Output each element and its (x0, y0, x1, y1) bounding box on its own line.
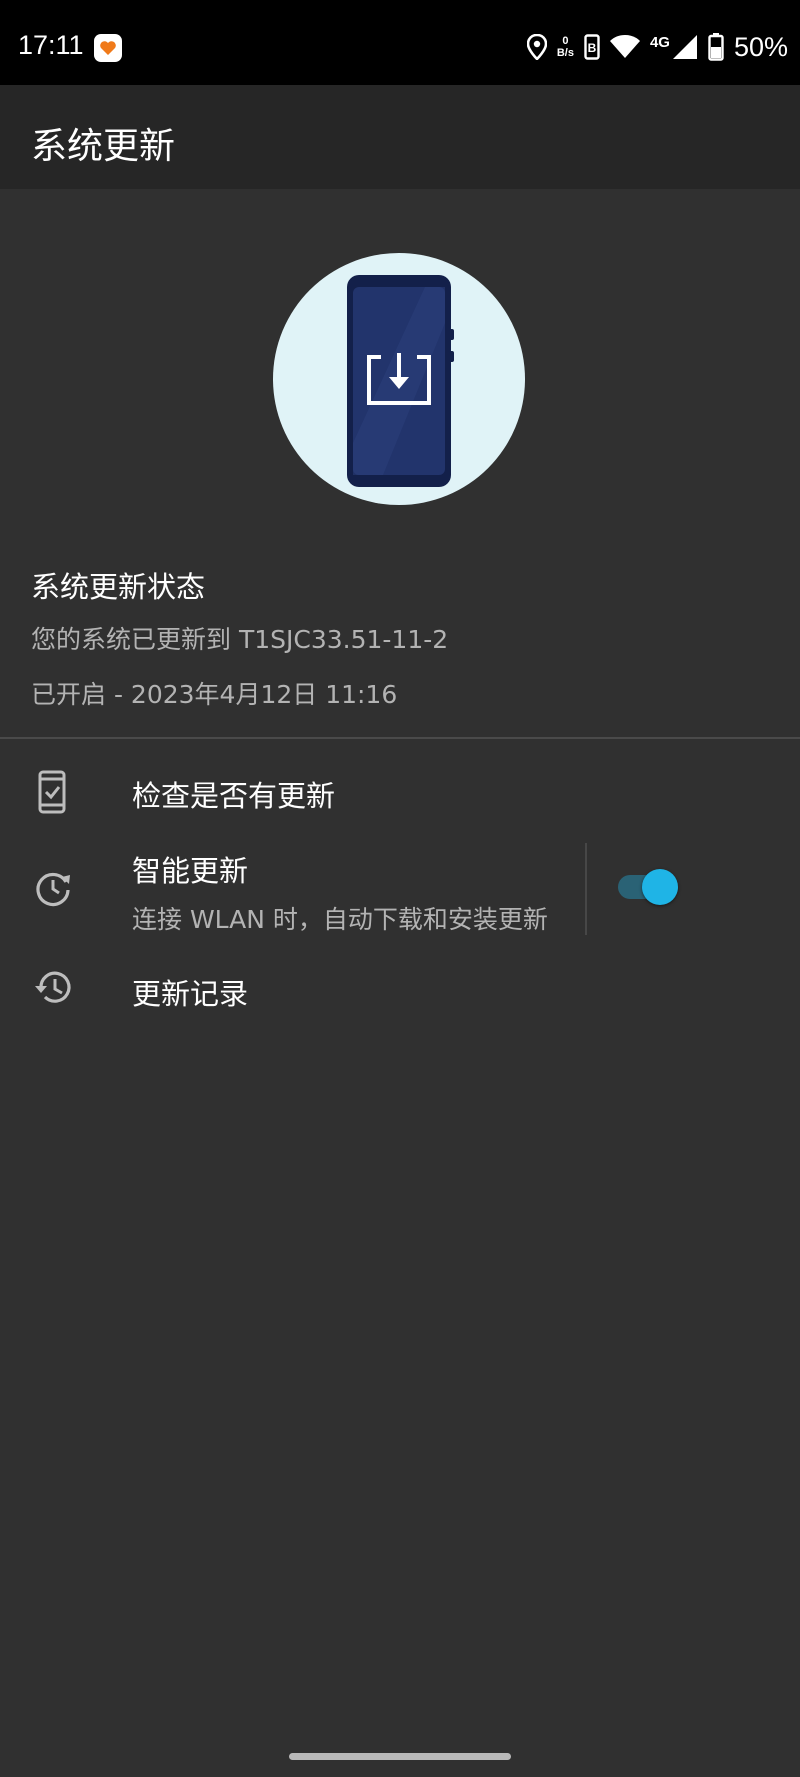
history-icon (33, 968, 73, 1012)
update-status-title: 系统更新状态 (31, 570, 206, 604)
smart-update-toggle[interactable] (616, 868, 680, 908)
smart-update-subtitle: 连接 WLAN 时，自动下载和安装更新 (132, 905, 548, 934)
current-version-text: 您的系统已更新到 T1SJC33.51-11-2 (31, 625, 449, 654)
toggle-thumb (642, 869, 678, 905)
network-type: 4G (649, 33, 670, 51)
gesture-nav-bar[interactable] (289, 1753, 511, 1760)
notification-app-icon (94, 34, 122, 62)
phone-check-icon (33, 770, 71, 818)
system-update-illustration (273, 253, 525, 505)
page-title: 系统更新 (31, 126, 176, 167)
location-icon (526, 34, 547, 60)
battery-level: 50% (733, 31, 788, 62)
check-updates-label: 检查是否有更新 (132, 779, 336, 813)
status-time: 17:11 (18, 30, 84, 60)
nfc-icon: B (584, 34, 600, 60)
battery-icon (708, 33, 724, 61)
signal-icon (672, 35, 697, 59)
enabled-time-text: 已开启 - 2023年4月12日 11:16 (31, 680, 398, 709)
wifi-icon (609, 35, 640, 58)
status-icons: 0 B/s B 4G 50% (526, 30, 788, 64)
net-speed-unit: B/s (556, 47, 574, 59)
net-speed: 0 B/s (557, 35, 574, 59)
update-history-label: 更新记录 (132, 977, 249, 1011)
section-divider (0, 737, 800, 739)
update-history-item[interactable]: 更新记录 (0, 952, 800, 1024)
smart-update-label: 智能更新 (132, 854, 249, 888)
status-bar: 17:11 0 B/s B 4G 50% (0, 0, 800, 85)
schedule-update-icon (33, 868, 73, 912)
app-toolbar: 系统更新 (0, 85, 800, 189)
svg-text:B: B (588, 41, 597, 55)
check-updates-item[interactable]: 检查是否有更新 (0, 756, 800, 828)
net-speed-value: 0 (562, 35, 569, 47)
smart-update-item[interactable]: 智能更新 连接 WLAN 时，自动下载和安装更新 (0, 838, 800, 942)
toggle-separator (585, 843, 587, 935)
